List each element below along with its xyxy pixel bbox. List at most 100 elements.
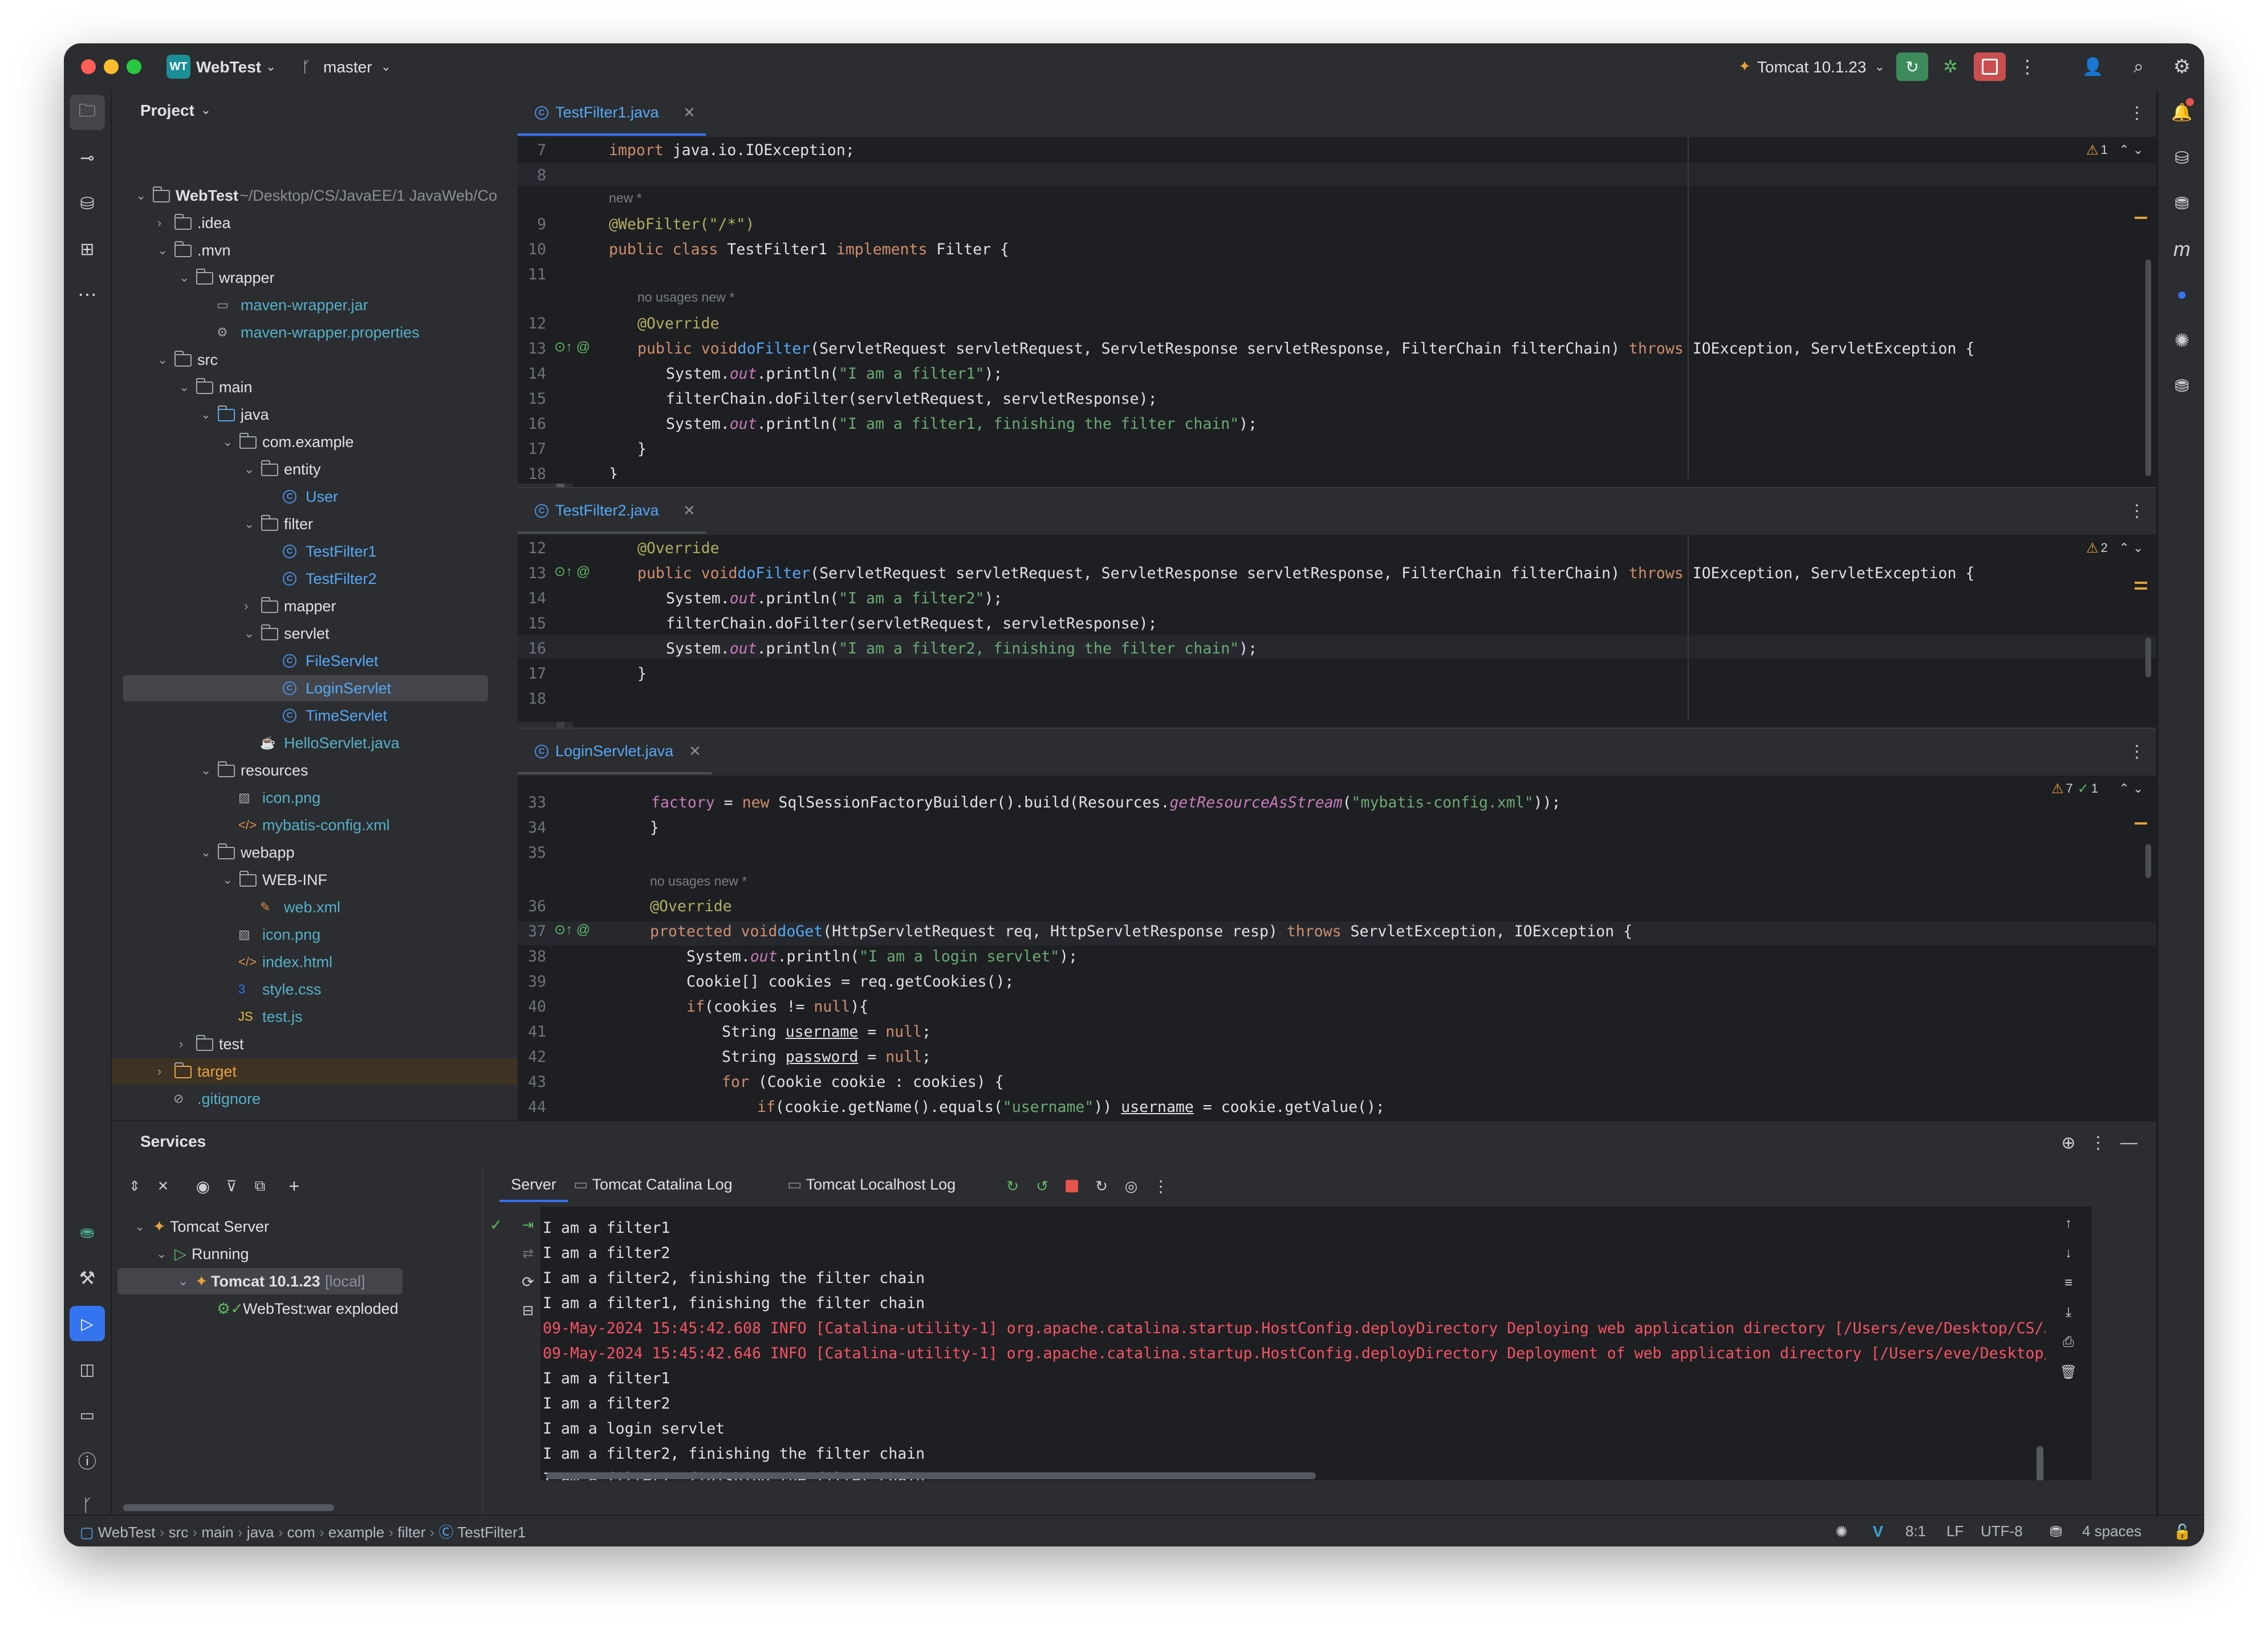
services-icon[interactable]: ▷ bbox=[70, 1306, 105, 1341]
database-icon[interactable]: ⛁ bbox=[2164, 140, 2200, 176]
redeploy-icon[interactable]: ⇄ bbox=[517, 1242, 539, 1265]
editor-scrollbar[interactable] bbox=[2145, 638, 2151, 677]
database-icon[interactable]: ⛂ bbox=[70, 1215, 105, 1250]
chevron-right-icon[interactable]: › bbox=[157, 210, 161, 236]
services-tree-scrollbar[interactable] bbox=[123, 1504, 334, 1511]
tree-row[interactable]: › .idea bbox=[112, 210, 545, 236]
warning-icon[interactable]: ⚠ 7 ✓ 1 bbox=[2043, 780, 2106, 797]
tree-row[interactable]: C FileServlet bbox=[112, 648, 545, 674]
open-browser-icon[interactable]: ⊟ bbox=[517, 1299, 539, 1322]
more-tools-icon[interactable]: ⋯ bbox=[70, 277, 105, 312]
project-name[interactable]: WebTest bbox=[196, 58, 261, 76]
console-h-scrollbar[interactable] bbox=[546, 1472, 1316, 1479]
tree-row[interactable]: ▭ maven-wrapper.jar bbox=[112, 292, 545, 318]
crosshair-icon[interactable]: ⊕ bbox=[2056, 1130, 2081, 1155]
override-gutter-icon[interactable]: ⊙↑ @ bbox=[554, 921, 590, 938]
minimize-icon[interactable]: — bbox=[2116, 1130, 2141, 1155]
tree-row[interactable]: C TestFilter2 bbox=[112, 566, 545, 592]
stop-icon[interactable] bbox=[1974, 52, 2006, 81]
project-badge[interactable]: WT bbox=[166, 55, 190, 79]
update-icon[interactable]: ↺ bbox=[1031, 1175, 1054, 1197]
gear-icon[interactable]: ⚙ bbox=[2168, 52, 2196, 81]
folder-icon[interactable]: 🗀 bbox=[70, 95, 105, 130]
chevron-right-icon[interactable]: › bbox=[244, 593, 248, 619]
problems-icon[interactable]: ⓘ bbox=[70, 1443, 105, 1478]
chevron-down-icon[interactable]: ⌄ bbox=[201, 757, 211, 783]
tree-row[interactable]: ⌄ com.example bbox=[112, 429, 545, 455]
search-icon[interactable]: ⌕ bbox=[2124, 52, 2153, 81]
tab-testfilter1[interactable]: C TestFilter1.java ✕ bbox=[518, 90, 706, 136]
chevron-down-icon[interactable]: ⌄ bbox=[222, 429, 233, 455]
warning-icon[interactable]: ⚠ 1 bbox=[2080, 141, 2114, 159]
plugin-icon[interactable]: ✺ bbox=[1831, 1521, 1852, 1542]
tree-row[interactable]: 3 style.css bbox=[112, 976, 545, 1002]
refresh-icon[interactable]: ⟳ bbox=[517, 1270, 539, 1293]
chevron-down-icon[interactable]: ⌄ bbox=[197, 100, 214, 120]
refresh-icon[interactable]: ↻ bbox=[1090, 1175, 1113, 1197]
openai-icon[interactable]: ✺ bbox=[2164, 323, 2200, 358]
tree-row[interactable]: ✎ web.xml bbox=[112, 894, 545, 920]
caret-position[interactable]: 8:1 bbox=[1905, 1523, 1926, 1540]
warning-icon[interactable]: ⚠ 2 bbox=[2080, 539, 2114, 557]
chevron-down-icon[interactable]: ⌄ bbox=[157, 347, 168, 373]
dump-icon[interactable]: ◎ bbox=[1120, 1175, 1143, 1197]
code-area[interactable]: ⚠ 2 ⌃ ⌄ 12 @Override 13 ⊙↑ @ public voiddoFil… bbox=[518, 535, 2156, 721]
chevron-down-icon[interactable]: ⌄ bbox=[1871, 58, 1888, 75]
close-window-button[interactable] bbox=[81, 59, 96, 74]
chevron-down-icon[interactable]: ⌄ bbox=[377, 58, 395, 75]
chevron-down-icon[interactable]: ⌄ bbox=[201, 401, 211, 428]
rerun-icon[interactable]: ↻ bbox=[1001, 1175, 1024, 1197]
tab-localhost-log[interactable]: ▭ Tomcat Localhost Log bbox=[787, 1169, 956, 1202]
more-icon[interactable]: ⋮ bbox=[2125, 740, 2148, 763]
down-arrow-icon[interactable]: ↓ bbox=[2057, 1242, 2080, 1265]
new-tab-icon[interactable]: ⧉ bbox=[249, 1175, 271, 1197]
tab-catalina-log[interactable]: ▭ Tomcat Catalina Log bbox=[574, 1169, 733, 1202]
editor-scrollbar[interactable] bbox=[2145, 844, 2151, 878]
ai-assistant-icon[interactable]: ⛃ bbox=[2046, 1521, 2066, 1542]
ai-assistant-icon[interactable]: ⛁ bbox=[70, 186, 105, 221]
print-icon[interactable]: ⎙ bbox=[2057, 1331, 2080, 1354]
chevron-down-icon[interactable]: ⌄ bbox=[244, 456, 254, 482]
file-encoding[interactable]: UTF-8 bbox=[1981, 1523, 2023, 1540]
scroll-to-end-icon[interactable]: ⤓ bbox=[2057, 1301, 2080, 1324]
soft-wrap-icon[interactable]: ≡ bbox=[2057, 1272, 2080, 1294]
tree-row[interactable]: ▨ icon.png bbox=[112, 785, 545, 811]
breadcrumb-item[interactable]: com bbox=[287, 1524, 315, 1541]
tree-row[interactable]: ⌄ main bbox=[112, 374, 545, 400]
tree-row-selected[interactable]: ⌄ ✦ Tomcat 10.1.23 [local] bbox=[117, 1268, 403, 1294]
console-output[interactable]: I am a filter1 I am a filter2 I am a filte… bbox=[540, 1207, 2046, 1480]
indent-setting[interactable]: 4 spaces bbox=[2082, 1523, 2141, 1540]
notifications-icon[interactable]: 🔔 bbox=[2164, 95, 2200, 130]
editor-scrollbar[interactable] bbox=[2145, 259, 2151, 476]
zoom-window-button[interactable] bbox=[127, 59, 141, 74]
code-area[interactable]: ⚠ 1 ⌃ ⌄ 7 import java.io.IOException; 8 new … bbox=[518, 137, 2156, 479]
tree-row[interactable]: </> mybatis-config.xml bbox=[112, 812, 545, 838]
tree-row[interactable]: ⌄ webapp bbox=[112, 839, 545, 866]
more-icon[interactable]: ⋮ bbox=[2087, 1130, 2110, 1155]
override-gutter-icon[interactable]: ⊙↑ @ bbox=[554, 563, 590, 580]
tree-row[interactable]: ⌄ src bbox=[112, 347, 545, 373]
breadcrumb-item[interactable]: example bbox=[328, 1524, 384, 1541]
tree-row[interactable]: JS test.js bbox=[112, 1004, 545, 1030]
breadcrumb-item[interactable]: TestFilter1 bbox=[457, 1524, 526, 1541]
tree-row[interactable]: ☕ HelloServlet.java bbox=[112, 730, 545, 756]
more-icon[interactable]: ⋮ bbox=[2125, 102, 2148, 124]
eye-icon[interactable]: ◉ bbox=[192, 1175, 214, 1197]
code-area[interactable]: ⚠ 7 ✓ 1 ⌃ ⌄ 33 factory = new SqlSessionFacto… bbox=[518, 776, 2156, 1119]
breadcrumb-item[interactable]: src bbox=[169, 1524, 189, 1541]
close-icon[interactable]: ✕ bbox=[683, 104, 696, 121]
tab-loginservlet[interactable]: C LoginServlet.java ✕ bbox=[518, 729, 712, 774]
tree-row[interactable]: C TestFilter1 bbox=[112, 538, 545, 565]
tree-row[interactable]: C LoginServlet bbox=[123, 675, 488, 701]
tree-row[interactable]: C TimeServlet bbox=[112, 703, 545, 729]
nav-arrows-icon[interactable]: ⌃ ⌄ bbox=[2114, 141, 2148, 159]
breadcrumb-item[interactable]: java bbox=[247, 1524, 274, 1541]
tree-row[interactable]: ⌄ servlet bbox=[112, 620, 545, 647]
ai-assistant-icon[interactable]: ⛃ bbox=[2164, 186, 2200, 221]
minimize-window-button[interactable] bbox=[104, 59, 119, 74]
breadcrumb-item[interactable]: main bbox=[201, 1524, 233, 1541]
tree-row[interactable]: ⌄ resources bbox=[112, 757, 545, 783]
tree-row[interactable]: ⌄ WEB-INF bbox=[112, 867, 545, 893]
filter-icon[interactable]: ⊽ bbox=[220, 1175, 243, 1197]
stop-icon[interactable] bbox=[1060, 1175, 1083, 1197]
